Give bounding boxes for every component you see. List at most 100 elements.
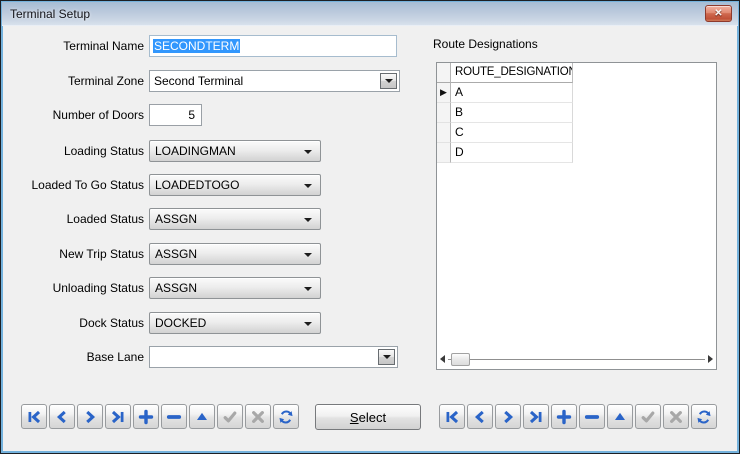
prior-icon — [472, 409, 488, 425]
terminal-name-input[interactable]: SECONDTERM — [149, 35, 397, 57]
dock-status-label: Dock Status — [1, 312, 144, 334]
last-icon — [528, 409, 544, 425]
terminal-zone-dropdown-button[interactable] — [380, 73, 397, 89]
route-designations-title: Route Designations — [433, 37, 538, 51]
chevron-down-icon — [304, 150, 312, 154]
next-icon — [82, 409, 98, 425]
grid-row[interactable]: C — [437, 123, 573, 143]
row-selector-cell[interactable]: ▶ — [437, 83, 451, 103]
nav-refresh-button[interactable] — [273, 404, 299, 429]
loaded-status-row: Loaded Status ASSGN — [1, 208, 421, 230]
nav-delete-button[interactable] — [161, 404, 187, 429]
unloading-status-select[interactable]: ASSGN — [149, 277, 321, 299]
prior-icon — [54, 409, 70, 425]
route-designation-cell[interactable]: C — [451, 123, 573, 143]
loaded-to-go-status-value: LOADEDTOGO — [155, 175, 239, 195]
number-of-doors-row: Number of Doors 5 — [1, 104, 421, 126]
nav-insert-button[interactable] — [551, 404, 577, 429]
route-designation-cell[interactable]: B — [451, 103, 573, 123]
scroll-left-icon[interactable] — [440, 355, 445, 363]
horizontal-scrollbar[interactable] — [439, 352, 714, 367]
terminal-setup-window: Terminal Setup ✕ Terminal Name SECONDTER… — [0, 0, 740, 454]
new-trip-status-row: New Trip Status ASSGN — [1, 243, 421, 265]
number-of-doors-input[interactable]: 5 — [149, 104, 202, 126]
nav-next-button[interactable] — [495, 404, 521, 429]
nav-last-button[interactable] — [105, 404, 131, 429]
next-icon — [500, 409, 516, 425]
grid-row[interactable]: ▶ A — [437, 83, 573, 103]
terminal-name-label: Terminal Name — [1, 35, 144, 57]
loaded-to-go-status-select[interactable]: LOADEDTOGO — [149, 174, 321, 196]
scrollbar-track[interactable] — [448, 359, 705, 360]
loaded-status-label: Loaded Status — [1, 208, 144, 230]
loading-status-select[interactable]: LOADINGMAN — [149, 140, 321, 162]
new-trip-status-value: ASSGN — [155, 244, 197, 264]
chevron-down-icon — [383, 355, 391, 359]
dock-status-row: Dock Status DOCKED — [1, 312, 421, 334]
grid-header-row: ROUTE_DESIGNATION — [437, 63, 573, 83]
scrollbar-thumb[interactable] — [451, 353, 470, 366]
nav-first-button[interactable] — [439, 404, 465, 429]
column-header-route-designation[interactable]: ROUTE_DESIGNATION — [451, 63, 573, 83]
current-row-marker-icon: ▶ — [440, 88, 447, 97]
route-designation-cell[interactable]: A — [451, 83, 573, 103]
terminal-name-value: SECONDTERM — [153, 39, 240, 53]
row-selector-cell[interactable] — [437, 103, 451, 123]
nav-post-button[interactable] — [635, 404, 661, 429]
cancel-icon — [250, 409, 266, 425]
scroll-right-icon[interactable] — [708, 355, 713, 363]
nav-first-button[interactable] — [21, 404, 47, 429]
grid-row[interactable]: D — [437, 143, 573, 163]
number-of-doors-value: 5 — [188, 108, 195, 122]
row-selector-cell[interactable] — [437, 123, 451, 143]
unloading-status-label: Unloading Status — [1, 277, 144, 299]
base-lane-select[interactable] — [149, 346, 398, 368]
nav-post-button[interactable] — [217, 404, 243, 429]
loading-status-row: Loading Status LOADINGMAN — [1, 140, 421, 162]
terminal-zone-label: Terminal Zone — [1, 70, 144, 92]
delete-icon — [584, 409, 600, 425]
form-navigator — [21, 404, 299, 429]
title-bar[interactable]: Terminal Setup ✕ — [2, 2, 738, 26]
route-designations-grid[interactable]: ROUTE_DESIGNATION ▶ A B — [436, 62, 717, 370]
terminal-zone-select[interactable]: Second Terminal — [149, 70, 400, 92]
close-button[interactable]: ✕ — [705, 5, 732, 22]
last-icon — [110, 409, 126, 425]
select-button[interactable]: Select — [315, 404, 421, 430]
loaded-status-select[interactable]: ASSGN — [149, 208, 321, 230]
route-designation-cell[interactable]: D — [451, 143, 573, 163]
edit-icon — [194, 409, 210, 425]
edit-icon — [612, 409, 628, 425]
new-trip-status-select[interactable]: ASSGN — [149, 243, 321, 265]
terminal-zone-row: Terminal Zone Second Terminal — [1, 70, 421, 92]
nav-delete-button[interactable] — [579, 404, 605, 429]
dock-status-select[interactable]: DOCKED — [149, 312, 321, 334]
nav-prior-button[interactable] — [49, 404, 75, 429]
nav-cancel-button[interactable] — [663, 404, 689, 429]
nav-edit-button[interactable] — [607, 404, 633, 429]
refresh-icon — [278, 409, 294, 425]
row-selector-cell[interactable] — [437, 143, 451, 163]
nav-insert-button[interactable] — [133, 404, 159, 429]
nav-cancel-button[interactable] — [245, 404, 271, 429]
insert-icon — [138, 409, 154, 425]
grid-corner-cell — [437, 63, 451, 83]
nav-refresh-button[interactable] — [691, 404, 717, 429]
nav-edit-button[interactable] — [189, 404, 215, 429]
grid-row[interactable]: B — [437, 103, 573, 123]
loading-status-label: Loading Status — [1, 140, 144, 162]
nav-prior-button[interactable] — [467, 404, 493, 429]
insert-icon — [556, 409, 572, 425]
grid-navigator — [439, 404, 717, 429]
delete-icon — [166, 409, 182, 425]
chevron-down-icon — [304, 322, 312, 326]
base-lane-dropdown-button[interactable] — [378, 349, 395, 365]
nav-next-button[interactable] — [77, 404, 103, 429]
first-icon — [444, 409, 460, 425]
chevron-down-icon — [304, 218, 312, 222]
first-icon — [26, 409, 42, 425]
nav-last-button[interactable] — [523, 404, 549, 429]
base-lane-label: Base Lane — [1, 346, 144, 368]
loaded-to-go-status-label: Loaded To Go Status — [1, 174, 144, 196]
post-icon — [222, 409, 238, 425]
